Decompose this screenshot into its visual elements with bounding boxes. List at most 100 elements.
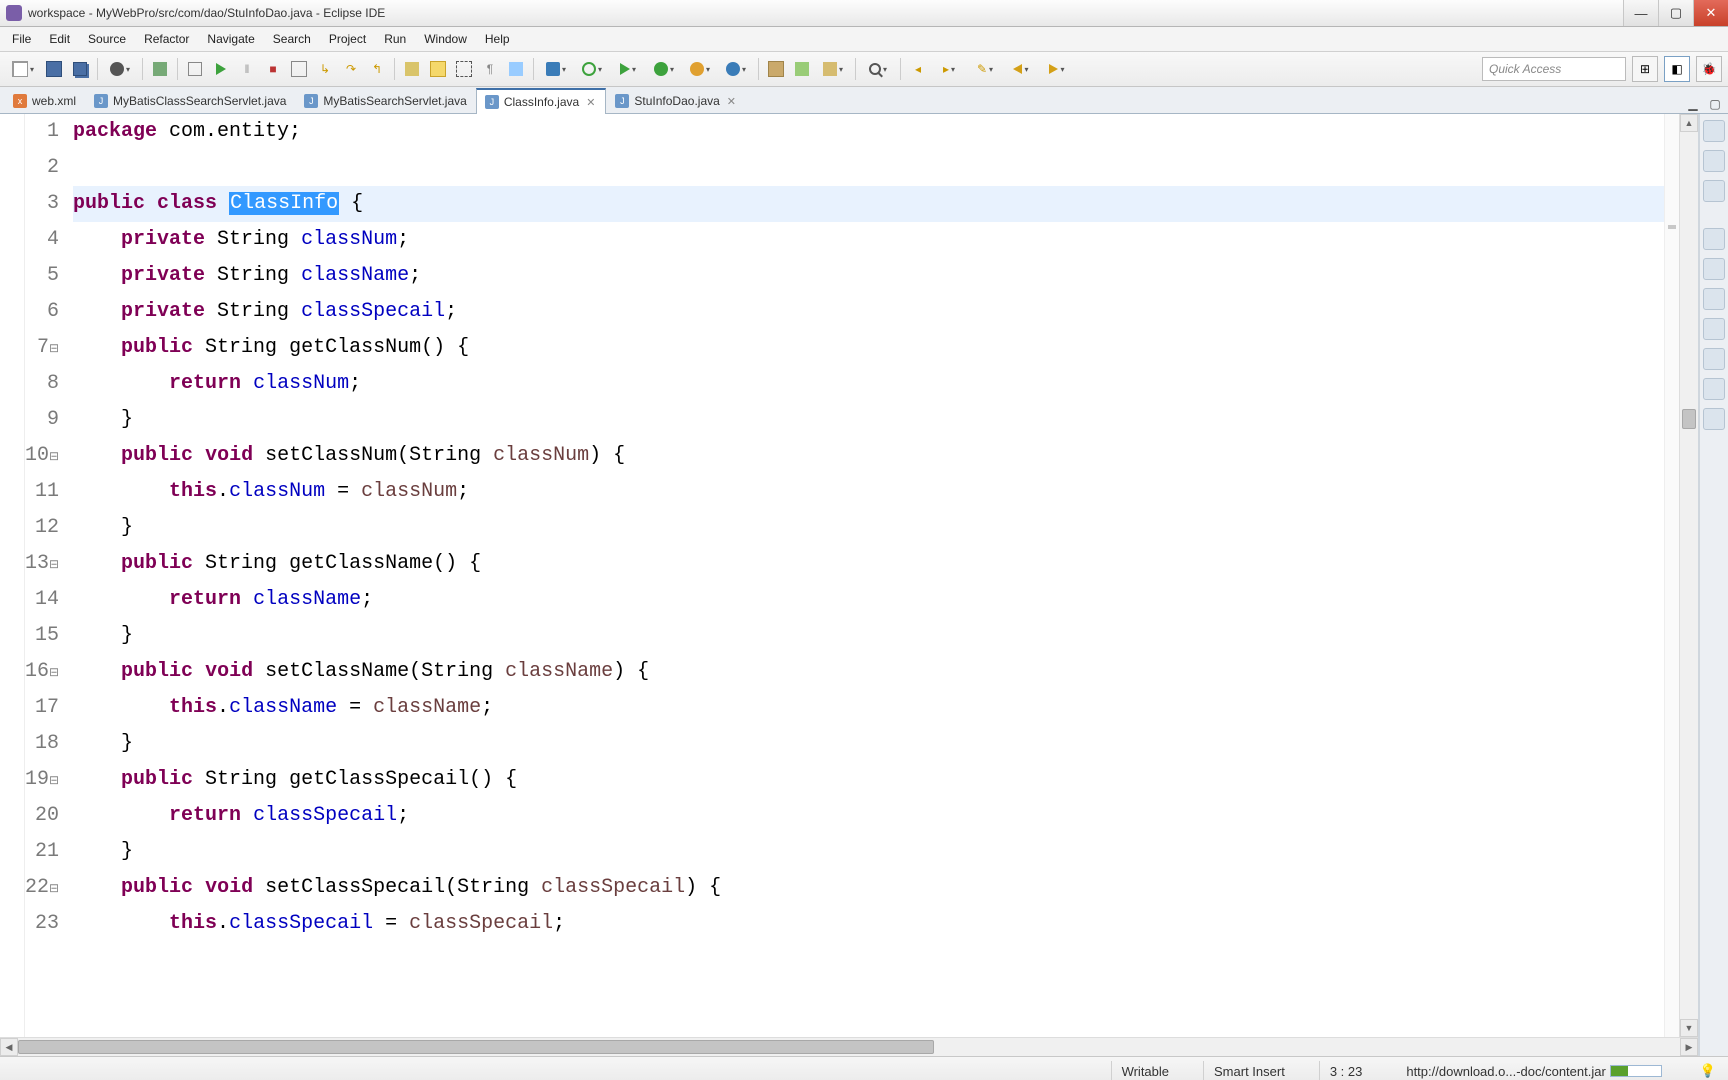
last-edit-button[interactable]: ✎: [968, 57, 1002, 81]
annotation-next-button[interactable]: ▸: [932, 57, 966, 81]
editor-tab[interactable]: JMyBatisClassSearchServlet.java: [85, 88, 295, 113]
code-line[interactable]: }: [73, 402, 1664, 438]
status-tip-icon[interactable]: 💡: [1696, 1061, 1720, 1080]
data-source-view-button[interactable]: [1703, 378, 1725, 400]
code-line[interactable]: this.className = className;: [73, 690, 1664, 726]
editor-tab[interactable]: JMyBatisSearchServlet.java: [295, 88, 475, 113]
breakpoint-button[interactable]: [103, 57, 137, 81]
menu-search[interactable]: Search: [265, 30, 319, 48]
skip-breakpoints-button[interactable]: [183, 57, 207, 81]
run-button[interactable]: [611, 57, 645, 81]
code-line[interactable]: return className;: [73, 582, 1664, 618]
menu-help[interactable]: Help: [477, 30, 518, 48]
save-button[interactable]: [42, 57, 66, 81]
maximize-editor-button[interactable]: ▢: [1706, 95, 1724, 113]
annotation-prev-button[interactable]: ◂: [906, 57, 930, 81]
link-editor-button[interactable]: [400, 57, 424, 81]
vertical-scrollbar[interactable]: ▲ ▼: [1679, 114, 1698, 1037]
back-button[interactable]: [1004, 57, 1038, 81]
code-line[interactable]: }: [73, 726, 1664, 762]
new-package-button[interactable]: [764, 57, 788, 81]
code-line[interactable]: [73, 150, 1664, 186]
step-return-button[interactable]: ↰: [365, 57, 389, 81]
scroll-up-arrow[interactable]: ▲: [1680, 114, 1698, 132]
external-tools-button[interactable]: [719, 57, 753, 81]
step-into-button[interactable]: ↳: [313, 57, 337, 81]
menu-project[interactable]: Project: [321, 30, 374, 48]
new-class-button[interactable]: [790, 57, 814, 81]
tab-close-icon[interactable]: ✕: [584, 96, 597, 109]
maximize-button[interactable]: ▢: [1658, 0, 1693, 26]
snippets-view-button[interactable]: [1703, 408, 1725, 430]
editor-tab[interactable]: JClassInfo.java✕: [476, 88, 607, 114]
menu-source[interactable]: Source: [80, 30, 134, 48]
code-line[interactable]: }: [73, 618, 1664, 654]
forward-button[interactable]: [1040, 57, 1074, 81]
code-line[interactable]: public void setClassNum(String classNum)…: [73, 438, 1664, 474]
code-line[interactable]: this.classNum = classNum;: [73, 474, 1664, 510]
scroll-down-arrow[interactable]: ▼: [1680, 1019, 1698, 1037]
block-selection-button[interactable]: [452, 57, 476, 81]
debug-button[interactable]: [575, 57, 609, 81]
javaee-perspective-button[interactable]: ◧: [1664, 56, 1690, 82]
suspend-button[interactable]: ‖: [235, 57, 259, 81]
close-button[interactable]: ✕: [1693, 0, 1728, 26]
restore-view-button[interactable]: [1703, 120, 1725, 142]
coverage-button[interactable]: [647, 57, 681, 81]
menu-navigate[interactable]: Navigate: [199, 30, 262, 48]
show-whitespace-button[interactable]: ¶: [478, 57, 502, 81]
menu-window[interactable]: Window: [416, 30, 475, 48]
menu-run[interactable]: Run: [376, 30, 414, 48]
debug-perspective-button[interactable]: 🐞: [1696, 56, 1722, 82]
open-type-button[interactable]: [816, 57, 850, 81]
properties-view-button[interactable]: [1703, 348, 1725, 370]
code-line[interactable]: }: [73, 510, 1664, 546]
quick-access-input[interactable]: Quick Access: [1482, 57, 1626, 81]
code-line[interactable]: public String getClassSpecail() {: [73, 762, 1664, 798]
vertical-scroll-thumb[interactable]: [1682, 409, 1696, 429]
code-line[interactable]: private String className;: [73, 258, 1664, 294]
disconnect-button[interactable]: [287, 57, 311, 81]
show-selected-element-button[interactable]: [504, 57, 528, 81]
minimize-button[interactable]: —: [1623, 0, 1658, 26]
editor-tab[interactable]: JStuInfoDao.java✕: [606, 88, 747, 113]
menu-file[interactable]: File: [4, 30, 39, 48]
console-view-button[interactable]: [1703, 318, 1725, 340]
minimize-editor-button[interactable]: ▁: [1684, 95, 1702, 113]
code-line[interactable]: }: [73, 834, 1664, 870]
horizontal-scroll-thumb[interactable]: [18, 1040, 934, 1054]
new-server-button[interactable]: [539, 57, 573, 81]
code-line[interactable]: private String classNum;: [73, 222, 1664, 258]
restore-view-button-2[interactable]: [1703, 228, 1725, 250]
scroll-left-arrow[interactable]: ◀: [0, 1038, 18, 1056]
code-line[interactable]: package com.entity;: [73, 114, 1664, 150]
problems-view-button[interactable]: [1703, 288, 1725, 310]
code-area[interactable]: package com.entity; public class ClassInf…: [67, 114, 1664, 1037]
code-line[interactable]: public void setClassSpecail(String class…: [73, 870, 1664, 906]
step-over-button[interactable]: ↷: [339, 57, 363, 81]
code-line[interactable]: public class ClassInfo {: [73, 186, 1664, 222]
code-line[interactable]: public void setClassName(String classNam…: [73, 654, 1664, 690]
code-line[interactable]: this.classSpecail = classSpecail;: [73, 906, 1664, 942]
terminate-button[interactable]: ■: [261, 57, 285, 81]
code-line[interactable]: public String getClassName() {: [73, 546, 1664, 582]
toggle-breadcrumb-button[interactable]: [148, 57, 172, 81]
save-all-button[interactable]: [68, 57, 92, 81]
code-line[interactable]: private String classSpecail;: [73, 294, 1664, 330]
menu-refactor[interactable]: Refactor: [136, 30, 197, 48]
search-button[interactable]: [861, 57, 895, 81]
editor-tab[interactable]: xweb.xml: [4, 88, 85, 113]
horizontal-scrollbar[interactable]: ◀ ▶: [0, 1037, 1698, 1056]
code-line[interactable]: return classNum;: [73, 366, 1664, 402]
tab-close-icon[interactable]: ✕: [725, 95, 738, 108]
servers-view-button[interactable]: [1703, 258, 1725, 280]
scroll-right-arrow[interactable]: ▶: [1680, 1038, 1698, 1056]
new-button[interactable]: [6, 57, 40, 81]
menu-edit[interactable]: Edit: [41, 30, 78, 48]
mark-occurrence-button[interactable]: [426, 57, 450, 81]
outline-view-button[interactable]: [1703, 150, 1725, 172]
code-line[interactable]: public String getClassNum() {: [73, 330, 1664, 366]
open-perspective-button[interactable]: ⊞: [1632, 56, 1658, 82]
resume-button[interactable]: [209, 57, 233, 81]
run-on-server-button[interactable]: [683, 57, 717, 81]
